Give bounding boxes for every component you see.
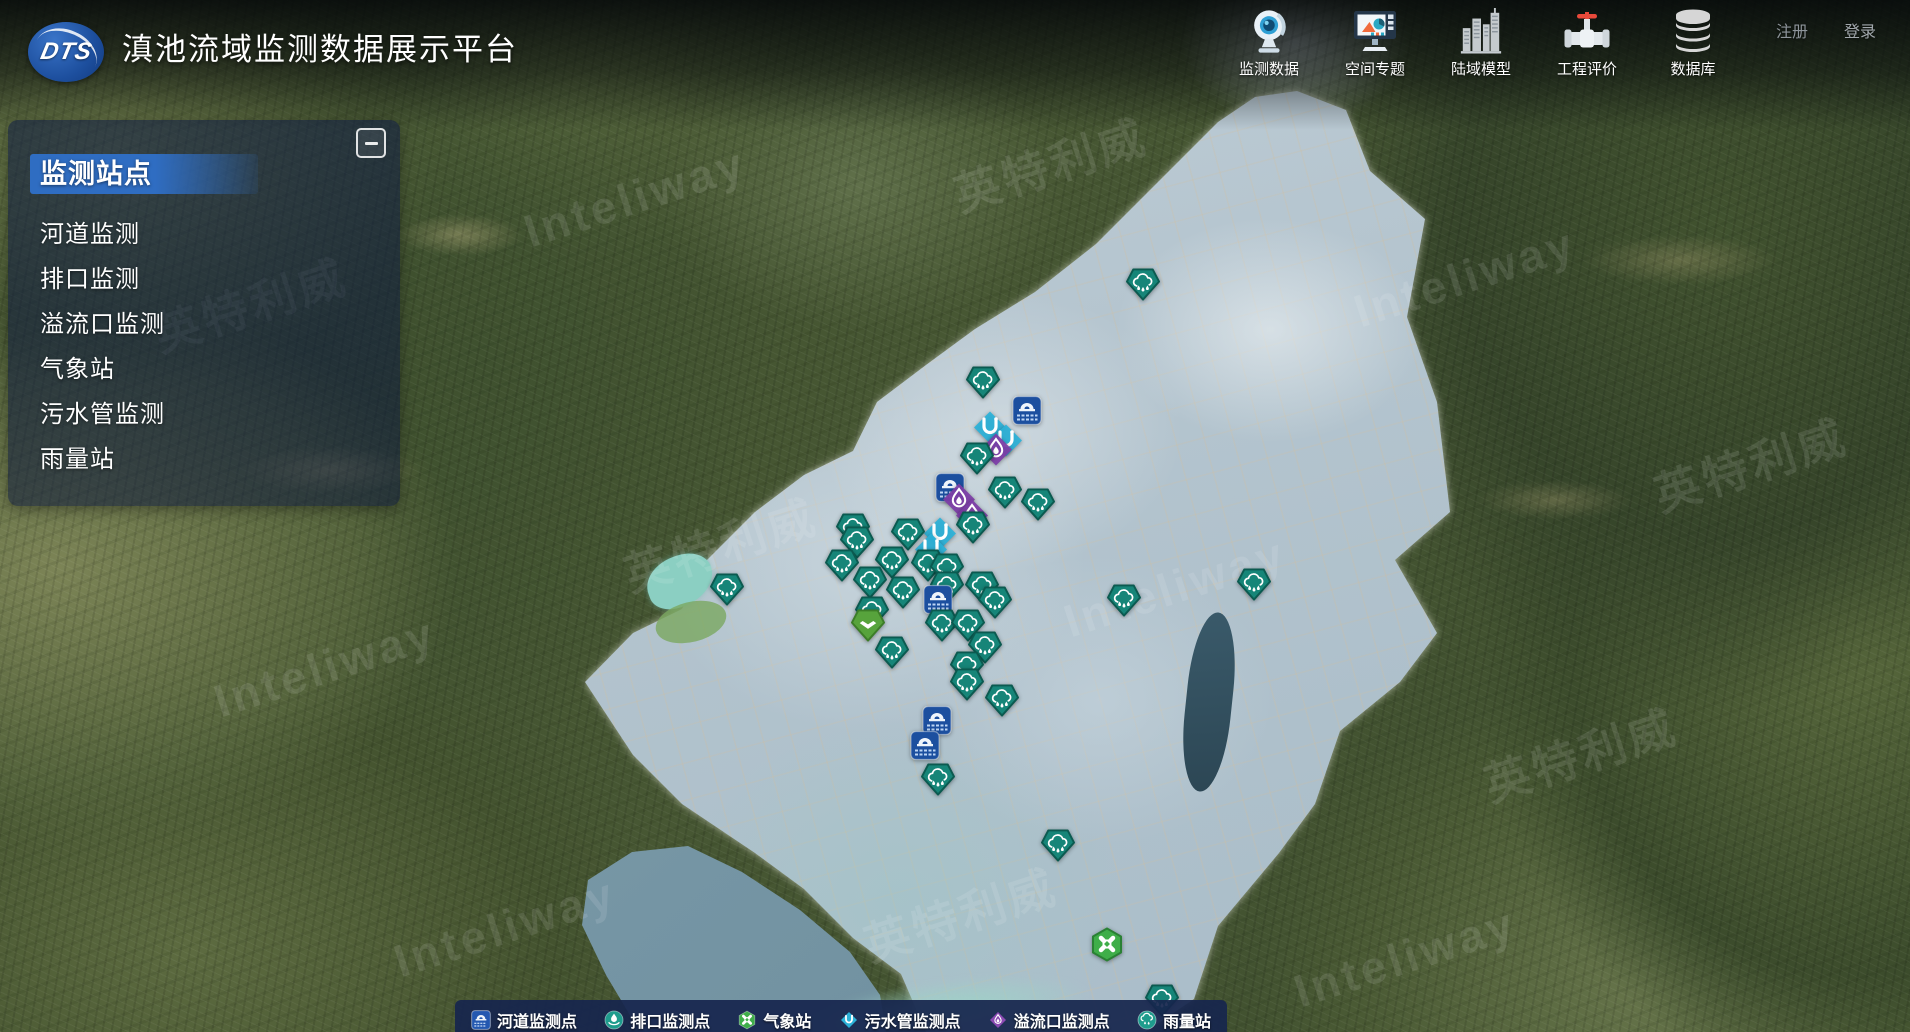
map-marker-rain[interactable] bbox=[921, 763, 956, 801]
login-link[interactable]: 登录 bbox=[1844, 18, 1876, 42]
legend-label: 污水管监测点 bbox=[865, 1008, 961, 1032]
map-marker-rain[interactable] bbox=[988, 476, 1023, 514]
nav-label: 空间专题 bbox=[1345, 58, 1405, 79]
monitoring-stations-panel: 监测站点 河道监测排口监测溢流口监测气象站污水管监测雨量站 bbox=[8, 120, 400, 506]
map-marker-rain[interactable] bbox=[956, 511, 991, 549]
nav-label: 工程评价 bbox=[1557, 58, 1617, 79]
sidebar-item-weather[interactable]: 气象站 bbox=[40, 347, 400, 392]
outlet-legend-icon bbox=[604, 1010, 624, 1030]
page-title: 滇池流域监测数据展示平台 bbox=[122, 24, 518, 69]
sidebar-item-sewage[interactable]: 污水管监测 bbox=[40, 392, 400, 437]
nav-monitor-data[interactable]: 监测数据 bbox=[1238, 6, 1300, 79]
map-marker-rain[interactable] bbox=[1041, 829, 1076, 867]
map-marker-rain[interactable] bbox=[950, 668, 985, 706]
logo-text: DTS bbox=[38, 38, 95, 66]
register-link[interactable]: 注册 bbox=[1776, 18, 1808, 42]
map-marker-rain[interactable] bbox=[1126, 268, 1161, 306]
river-legend-icon bbox=[471, 1010, 491, 1030]
map-marker-weather[interactable] bbox=[1089, 927, 1125, 968]
map-marker-rain[interactable] bbox=[1237, 568, 1272, 606]
legend-item-overflow: 溢流口监测点 bbox=[988, 1008, 1110, 1032]
map-marker-rain[interactable] bbox=[985, 684, 1020, 722]
nav-label: 陆域模型 bbox=[1451, 58, 1511, 79]
nav-label: 监测数据 bbox=[1239, 58, 1299, 79]
valve-icon bbox=[1563, 6, 1611, 56]
sidebar-item-rain[interactable]: 雨量站 bbox=[40, 437, 400, 482]
legend-label: 雨量站 bbox=[1163, 1008, 1211, 1032]
overflow-legend-icon bbox=[988, 1009, 1008, 1031]
app-window: 英特利威Inteliway英特利威Inteliway英特利威Inteliway英… bbox=[0, 0, 1910, 1032]
sidebar-item-overflow[interactable]: 溢流口监测 bbox=[40, 302, 400, 347]
monitor-chart-icon bbox=[1351, 6, 1399, 56]
nav-label: 数据库 bbox=[1670, 58, 1715, 79]
nav-spatial-topic[interactable]: 空间专题 bbox=[1344, 6, 1406, 79]
panel-item-list: 河道监测排口监测溢流口监测气象站污水管监测雨量站 bbox=[8, 212, 400, 482]
sewage-legend-icon bbox=[839, 1009, 859, 1031]
map-marker-river[interactable] bbox=[1012, 396, 1042, 431]
map-marker-rain[interactable] bbox=[875, 636, 910, 674]
map-marker-rain[interactable] bbox=[886, 576, 921, 614]
app-logo: DTS bbox=[28, 22, 104, 82]
legend-item-sewage: 污水管监测点 bbox=[839, 1008, 961, 1032]
panel-title: 监测站点 bbox=[30, 154, 258, 194]
nav-land-model[interactable]: 陆域模型 bbox=[1450, 6, 1512, 79]
map-marker-rain[interactable] bbox=[1021, 488, 1056, 526]
legend-item-rain: 雨量站 bbox=[1137, 1008, 1211, 1032]
map-marker-rain[interactable] bbox=[966, 366, 1001, 404]
legend-item-weather: 气象站 bbox=[737, 1008, 811, 1032]
map-marker-rain[interactable] bbox=[1107, 584, 1142, 622]
sidebar-item-outlet[interactable]: 排口监测 bbox=[40, 257, 400, 302]
database-icon bbox=[1669, 6, 1717, 56]
auth-links: 注册 登录 bbox=[1776, 18, 1876, 42]
collapse-panel-button[interactable] bbox=[356, 128, 386, 158]
map-legend: 河道监测点 排口监测点 气象站 污水管监测点 溢流口监测点 bbox=[455, 1000, 1227, 1032]
nav-project-eval[interactable]: 工程评价 bbox=[1556, 6, 1618, 79]
buildings-icon bbox=[1458, 6, 1504, 56]
webcam-icon bbox=[1246, 6, 1292, 56]
legend-label: 溢流口监测点 bbox=[1014, 1008, 1110, 1032]
legend-label: 气象站 bbox=[763, 1008, 811, 1032]
minus-icon bbox=[365, 142, 378, 145]
weather-legend-icon bbox=[737, 1010, 757, 1030]
sidebar-item-river[interactable]: 河道监测 bbox=[40, 212, 400, 257]
top-nav: 监测数据 空间专题 bbox=[1238, 6, 1724, 79]
map-marker-river[interactable] bbox=[910, 731, 940, 766]
legend-label: 排口监测点 bbox=[630, 1008, 710, 1032]
legend-item-river: 河道监测点 bbox=[471, 1008, 577, 1032]
legend-item-outlet: 排口监测点 bbox=[604, 1008, 710, 1032]
rain-legend-icon bbox=[1137, 1010, 1157, 1030]
nav-database[interactable]: 数据库 bbox=[1662, 6, 1724, 79]
legend-label: 河道监测点 bbox=[497, 1008, 577, 1032]
map-marker-rain[interactable] bbox=[710, 573, 745, 611]
